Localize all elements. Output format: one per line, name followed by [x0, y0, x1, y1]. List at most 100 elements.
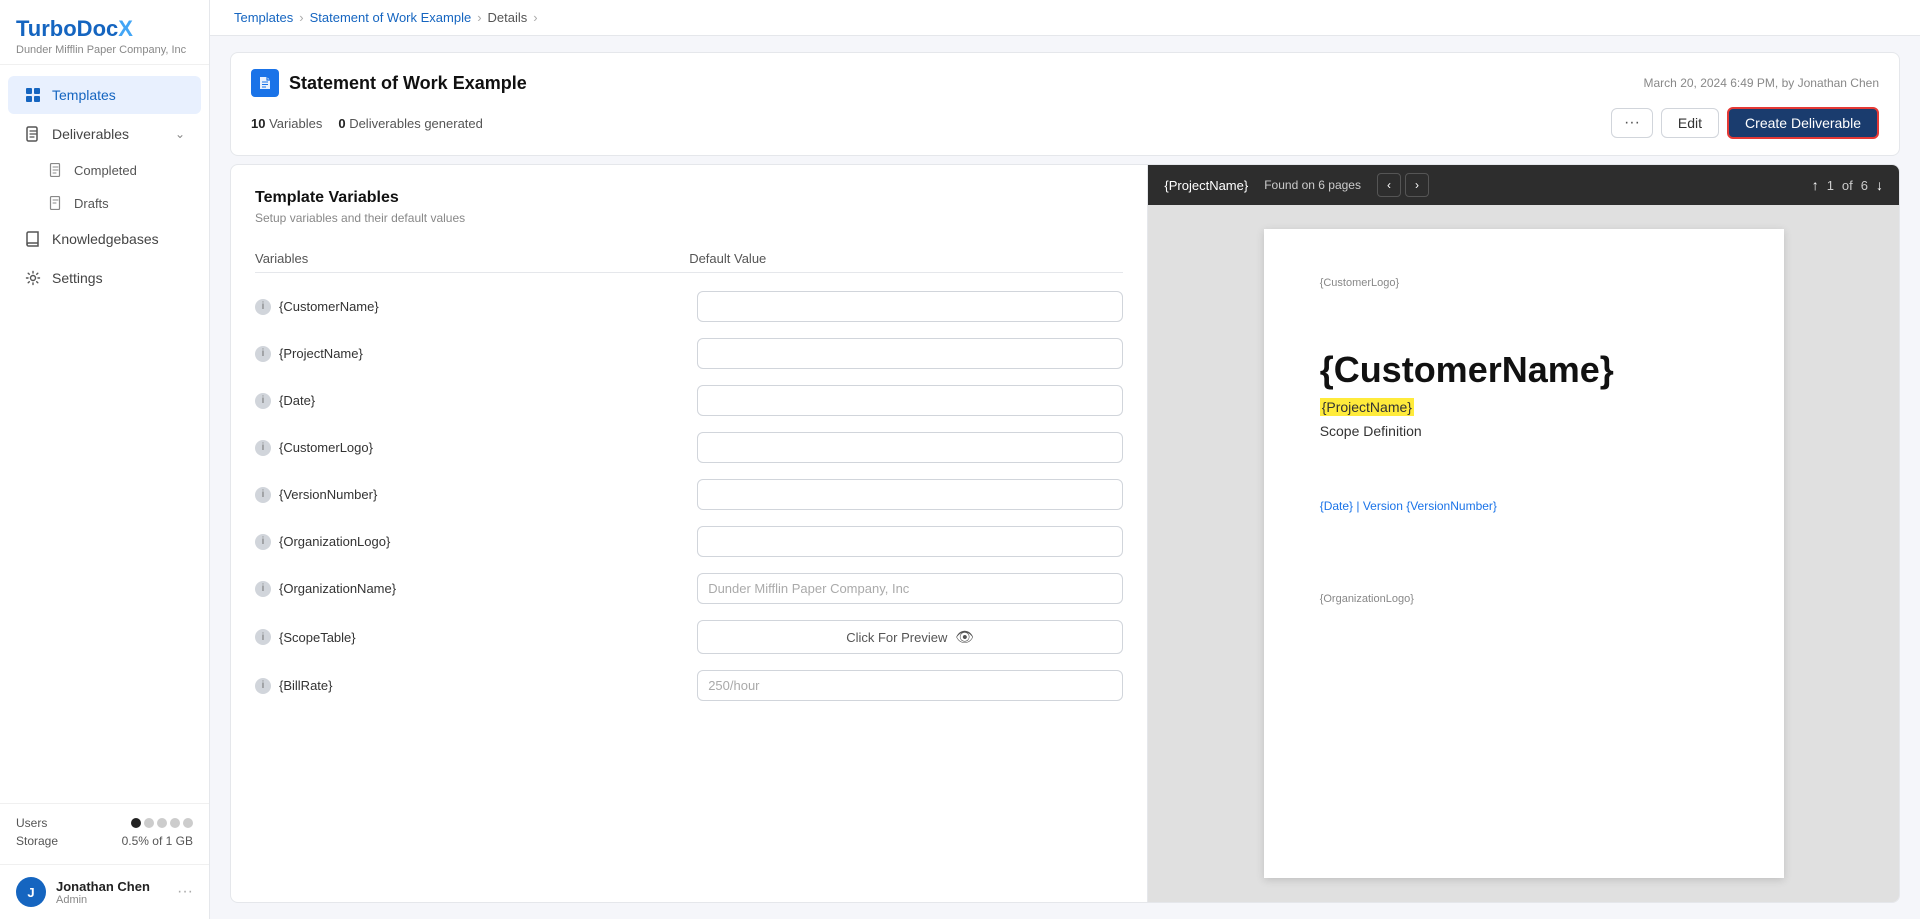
- company-name: Dunder Mifflin Paper Company, Inc: [16, 44, 193, 56]
- click-for-preview-field[interactable]: Click For Preview 👁: [697, 620, 1123, 654]
- variable-input[interactable]: [697, 338, 1123, 369]
- prev-arrow-button[interactable]: ‹: [1377, 173, 1401, 197]
- variable-input[interactable]: [697, 670, 1123, 701]
- gear-icon: [24, 269, 42, 287]
- page-nav: ↑ 1 of 6 ↓: [1812, 177, 1883, 193]
- variable-name-cell: i {CustomerName}: [255, 299, 681, 315]
- search-term: {ProjectName}: [1164, 178, 1248, 193]
- deliverables-count: 0: [338, 116, 345, 131]
- sidebar-item-settings[interactable]: Settings: [8, 259, 201, 297]
- sidebar-item-completed[interactable]: Completed: [8, 154, 201, 186]
- variables-panel: Template Variables Setup variables and t…: [231, 165, 1148, 902]
- info-icon[interactable]: i: [255, 534, 271, 550]
- variable-name-text: {OrganizationLogo}: [279, 534, 390, 549]
- info-icon[interactable]: i: [255, 487, 271, 503]
- sidebar-item-drafts[interactable]: Drafts: [8, 187, 201, 219]
- variables-table: Variables Default Value i{CustomerName}i…: [255, 245, 1123, 709]
- variable-input[interactable]: [697, 479, 1123, 510]
- dot-2: [144, 818, 154, 828]
- preview-content: {CustomerLogo} {CustomerName} {ProjectNa…: [1148, 205, 1899, 902]
- preview-toolbar: {ProjectName} Found on 6 pages ‹ › ↑ 1 o…: [1148, 165, 1899, 205]
- info-icon[interactable]: i: [255, 393, 271, 409]
- preview-scope-label: Scope Definition: [1320, 423, 1728, 439]
- info-icon[interactable]: i: [255, 346, 271, 362]
- user-row[interactable]: J Jonathan Chen Admin ···: [0, 864, 209, 919]
- next-arrow-button[interactable]: ›: [1405, 173, 1429, 197]
- avatar-initial: J: [27, 885, 34, 900]
- variable-name-cell: i {OrganizationLogo}: [255, 534, 681, 550]
- user-name: Jonathan Chen: [56, 879, 167, 894]
- variable-input[interactable]: [697, 573, 1123, 604]
- breadcrumb-template-name[interactable]: Statement of Work Example: [310, 10, 472, 25]
- variable-input[interactable]: [697, 526, 1123, 557]
- variable-name-text: {CustomerLogo}: [279, 440, 373, 455]
- preview-customer-logo-var: {CustomerLogo}: [1320, 277, 1728, 289]
- preview-page: {CustomerLogo} {CustomerName} {ProjectNa…: [1264, 229, 1784, 878]
- template-header-card: Statement of Work Example March 20, 2024…: [230, 52, 1900, 156]
- logo-text: TurboDocX: [16, 16, 133, 41]
- logo-area: TurboDocX Dunder Mifflin Paper Company, …: [0, 0, 209, 65]
- users-label: Users: [16, 816, 47, 830]
- variable-input[interactable]: [697, 432, 1123, 463]
- more-button[interactable]: ···: [1611, 108, 1653, 138]
- table-row: i {Date}: [255, 377, 1123, 424]
- variables-header: Variables Default Value: [255, 245, 1123, 273]
- template-title-area: Statement of Work Example: [251, 69, 527, 97]
- variable-name-cell: i {Date}: [255, 393, 681, 409]
- sidebar-item-knowledgebases[interactable]: Knowledgebases: [8, 220, 201, 258]
- edit-button[interactable]: Edit: [1661, 108, 1719, 138]
- page-down-button[interactable]: ↓: [1876, 177, 1883, 193]
- found-text: Found on 6 pages: [1264, 178, 1361, 192]
- chevron-down-icon: ⌄: [175, 127, 185, 141]
- info-icon[interactable]: i: [255, 629, 271, 645]
- sidebar-item-settings-label: Settings: [52, 270, 103, 286]
- click-for-preview-label: Click For Preview: [846, 630, 947, 645]
- variable-name-text: {Date}: [279, 393, 315, 408]
- sidebar-item-deliverables[interactable]: Deliverables ⌄: [8, 115, 201, 153]
- variable-input[interactable]: [697, 291, 1123, 322]
- main-content: Templates › Statement of Work Example › …: [210, 0, 1920, 919]
- create-deliverable-button[interactable]: Create Deliverable: [1727, 107, 1879, 139]
- variable-name-cell: i{BillRate}: [255, 678, 681, 694]
- preview-customer-name-var: {CustomerName}: [1320, 349, 1728, 391]
- col-default: Default Value: [689, 251, 1123, 266]
- info-icon[interactable]: i: [255, 581, 271, 597]
- draft-doc-icon: [48, 195, 64, 211]
- info-icon[interactable]: i: [255, 299, 271, 315]
- template-title: Statement of Work Example: [289, 73, 527, 94]
- variable-name-cell: i{VersionNumber}: [255, 487, 681, 503]
- deliverables-stat: 0 Deliverables generated: [338, 116, 483, 131]
- logo-x: X: [118, 16, 133, 41]
- table-row: i{ProjectName}: [255, 330, 1123, 377]
- user-role: Admin: [56, 894, 167, 906]
- sidebar-item-deliverables-label: Deliverables: [52, 126, 129, 142]
- breadcrumb-templates[interactable]: Templates: [234, 10, 293, 25]
- preview-org-logo-var: {OrganizationLogo}: [1320, 593, 1728, 605]
- table-row: i {CustomerName}: [255, 283, 1123, 330]
- table-row: i{VersionNumber}: [255, 471, 1123, 518]
- variable-name-cell: i{ScopeTable}: [255, 629, 681, 645]
- preview-date-version-var: {Date} | Version {VersionNumber}: [1320, 499, 1728, 513]
- sidebar-item-templates-label: Templates: [52, 87, 116, 103]
- info-icon[interactable]: i: [255, 440, 271, 456]
- eye-icon: 👁: [955, 628, 974, 646]
- variable-input[interactable]: [697, 385, 1123, 416]
- storage-label: Storage: [16, 834, 58, 848]
- panel-title: Template Variables: [255, 189, 1123, 207]
- page-up-button[interactable]: ↑: [1812, 177, 1819, 193]
- page-of: of: [1842, 178, 1853, 193]
- info-icon[interactable]: i: [255, 678, 271, 694]
- breadcrumb-sep-1: ›: [299, 10, 303, 25]
- user-more-icon[interactable]: ···: [177, 883, 193, 901]
- variables-label: Variables: [269, 116, 322, 131]
- page-total: 6: [1861, 178, 1868, 193]
- table-row: i{OrganizationName}: [255, 565, 1123, 612]
- sidebar-item-templates[interactable]: Templates: [8, 76, 201, 114]
- variable-name-text: {CustomerName}: [279, 299, 379, 314]
- dot-5: [183, 818, 193, 828]
- col-variables: Variables: [255, 251, 689, 266]
- book-icon: [24, 230, 42, 248]
- template-header-top: Statement of Work Example March 20, 2024…: [251, 69, 1879, 97]
- breadcrumb: Templates › Statement of Work Example › …: [210, 0, 1920, 36]
- breadcrumb-sep-3: ›: [533, 10, 537, 25]
